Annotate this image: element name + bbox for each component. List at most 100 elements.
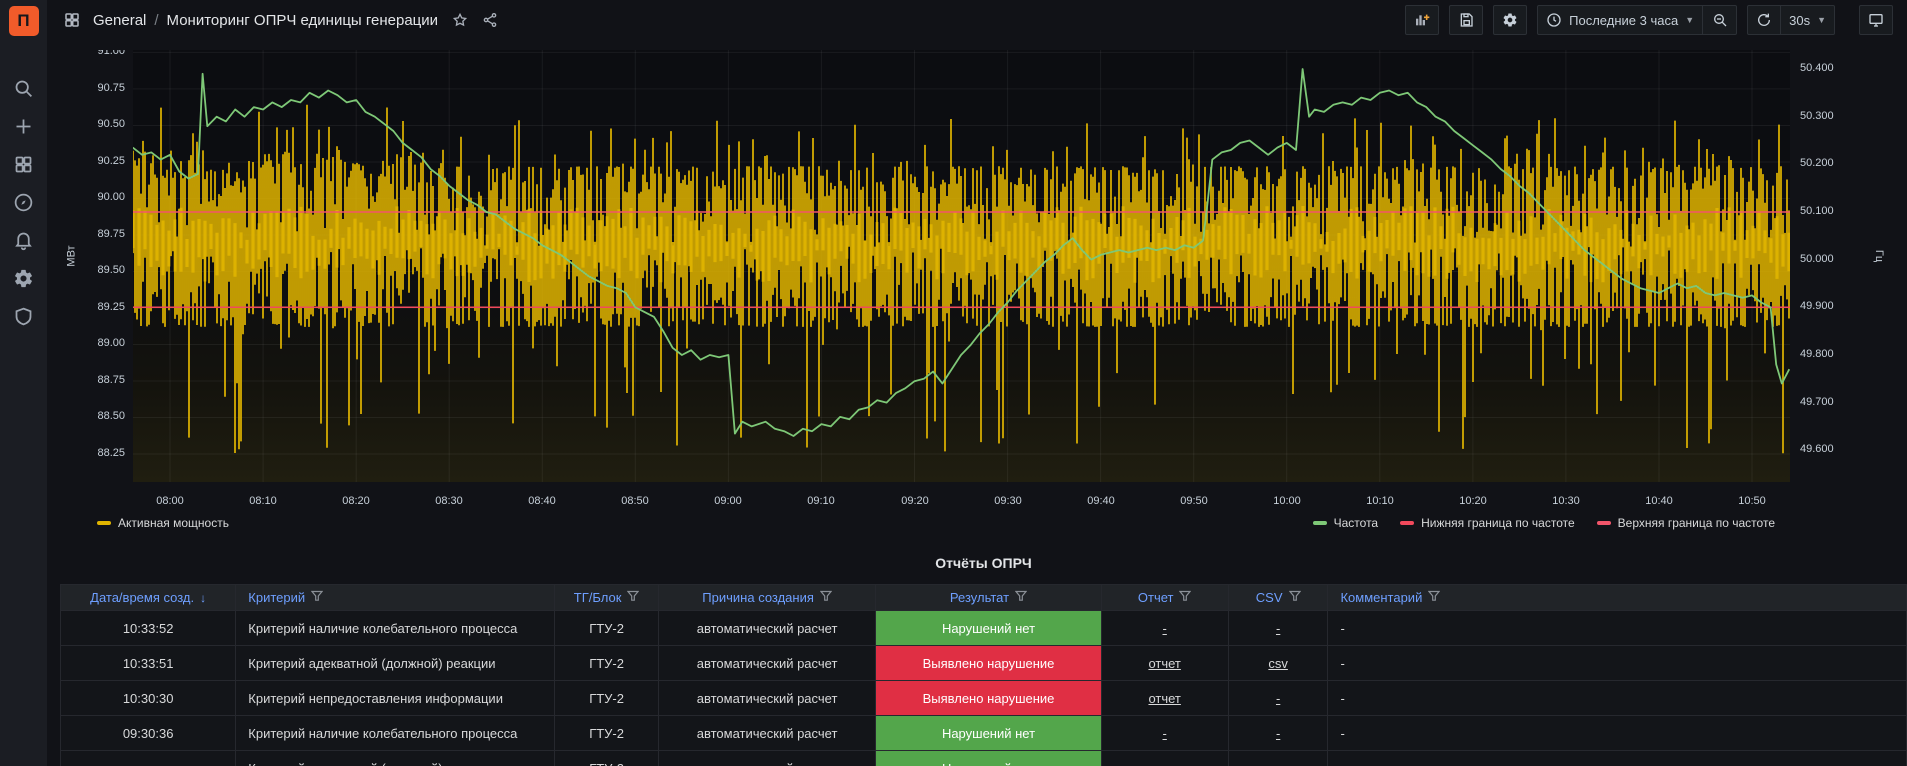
alerting-icon[interactable] bbox=[13, 230, 34, 251]
column-header-comment[interactable]: Комментарий bbox=[1328, 585, 1905, 610]
search-icon[interactable] bbox=[13, 78, 34, 99]
x-axis-tick: 10:30 bbox=[1536, 495, 1596, 507]
y-axis-tick-left: 89.75 bbox=[65, 228, 125, 240]
column-header-label: Комментарий bbox=[1340, 590, 1422, 605]
chevron-down-icon: ▼ bbox=[1685, 15, 1694, 25]
filter-funnel-icon[interactable] bbox=[1015, 590, 1027, 605]
settings-icon[interactable] bbox=[13, 268, 34, 289]
result-badge: Нарушений нет bbox=[876, 611, 1100, 645]
column-header-unit[interactable]: ТГ/Блок bbox=[555, 585, 658, 610]
dashboard-settings-button[interactable] bbox=[1493, 5, 1527, 35]
star-icon[interactable] bbox=[452, 12, 468, 28]
y-axis-tick-left: 89.50 bbox=[65, 264, 125, 276]
report-link[interactable]: отчет bbox=[1148, 691, 1180, 706]
cell-time: 10:33:52 bbox=[61, 611, 236, 645]
column-header-label: Причина создания bbox=[702, 590, 814, 605]
cell-result: Нарушений нет bbox=[876, 611, 1101, 645]
result-badge: Выявлено нарушение bbox=[876, 681, 1100, 715]
filter-funnel-icon[interactable] bbox=[627, 590, 639, 605]
x-axis-tick: 08:30 bbox=[419, 495, 479, 507]
refresh-interval-picker[interactable]: 30s ▼ bbox=[1781, 5, 1835, 35]
column-header-reason[interactable]: Причина создания bbox=[659, 585, 877, 610]
cell-comment: - bbox=[1328, 611, 1905, 645]
breadcrumb-folder[interactable]: General bbox=[93, 12, 146, 29]
page-title[interactable]: Мониторинг ОПРЧ единицы генерации bbox=[167, 12, 438, 29]
admin-shield-icon[interactable] bbox=[13, 306, 34, 327]
cell-report: отчет bbox=[1102, 646, 1229, 680]
x-axis-tick: 09:10 bbox=[791, 495, 851, 507]
column-header-result[interactable]: Результат bbox=[876, 585, 1101, 610]
x-axis-tick: 10:00 bbox=[1257, 495, 1317, 507]
column-header-report[interactable]: Отчет bbox=[1102, 585, 1229, 610]
report-link[interactable]: - bbox=[1163, 726, 1167, 741]
zoom-out-button[interactable] bbox=[1703, 5, 1737, 35]
x-axis-tick: 09:20 bbox=[885, 495, 945, 507]
table-row: 10:33:51Критерий адекватной (должной) ре… bbox=[61, 646, 1906, 681]
filter-funnel-icon[interactable] bbox=[1428, 590, 1440, 605]
refresh-button[interactable] bbox=[1747, 5, 1781, 35]
cell-report: отчет bbox=[1102, 681, 1229, 715]
column-header-label: Отчет bbox=[1138, 590, 1174, 605]
report-link[interactable]: - bbox=[1163, 621, 1167, 636]
x-axis-tick: 08:50 bbox=[605, 495, 665, 507]
legend-item[interactable]: Частота bbox=[1313, 516, 1378, 530]
cell-criterion: Критерий наличие колебательного процесса bbox=[236, 611, 555, 645]
legend-swatch bbox=[1400, 521, 1414, 525]
time-range-picker[interactable]: Последние 3 часа ▼ bbox=[1537, 5, 1703, 35]
y-axis-tick-right: 50.400 bbox=[1800, 62, 1834, 74]
x-axis-tick: 10:20 bbox=[1443, 495, 1503, 507]
add-icon[interactable] bbox=[13, 116, 34, 137]
legend-item[interactable]: Нижняя граница по частоте bbox=[1400, 516, 1575, 530]
x-axis-tick: 08:10 bbox=[233, 495, 293, 507]
csv-link[interactable]: - bbox=[1276, 691, 1280, 706]
column-header-criterion[interactable]: Критерий bbox=[236, 585, 555, 610]
share-icon[interactable] bbox=[482, 12, 498, 28]
column-header-time[interactable]: Дата/время созд.↓ bbox=[61, 585, 236, 610]
y-axis-tick-right: 50.100 bbox=[1800, 205, 1834, 217]
app-logo[interactable]: П bbox=[9, 6, 39, 36]
result-badge: Нарушений нет bbox=[876, 716, 1100, 750]
topbar: General / Мониторинг ОПРЧ единицы генера… bbox=[47, 0, 1907, 40]
cell-csv: - bbox=[1229, 716, 1329, 750]
filter-funnel-icon[interactable] bbox=[1289, 590, 1301, 605]
cell-unit: ГТУ-2 bbox=[555, 681, 658, 715]
y-axis-tick-right: 50.200 bbox=[1800, 157, 1834, 169]
y-axis-tick-left: 88.50 bbox=[65, 410, 125, 422]
x-axis-tick: 10:50 bbox=[1722, 495, 1782, 507]
table-row: 09:30:36Критерий наличие колебательного … bbox=[61, 716, 1906, 751]
cell-criterion: Критерий непредоставления информации bbox=[236, 681, 555, 715]
cell-criterion: Критерий адекватной (должной) реакции bbox=[236, 646, 555, 680]
y-axis-tick-left: 90.00 bbox=[65, 191, 125, 203]
legend-swatch bbox=[1313, 521, 1327, 525]
y-axis-tick-left: 91.00 bbox=[65, 50, 125, 57]
csv-link[interactable]: - bbox=[1276, 726, 1280, 741]
plot-area[interactable] bbox=[133, 50, 1790, 482]
y-axis-tick-right: 49.700 bbox=[1800, 396, 1834, 408]
filter-funnel-icon[interactable] bbox=[820, 590, 832, 605]
timeseries-panel: МВт Гц 91.0090.7590.5090.2590.0089.7589.… bbox=[47, 50, 1907, 542]
cell-time: 09:30:36 bbox=[61, 716, 236, 750]
column-header-label: Дата/время созд. bbox=[90, 590, 194, 605]
cell-report: - bbox=[1102, 611, 1229, 645]
column-header-csv[interactable]: CSV bbox=[1229, 585, 1329, 610]
filter-funnel-icon[interactable] bbox=[311, 590, 323, 605]
explore-icon[interactable] bbox=[13, 192, 34, 213]
kiosk-mode-button[interactable] bbox=[1859, 5, 1893, 35]
cell-result: Выявлено нарушение bbox=[876, 681, 1101, 715]
filter-funnel-icon[interactable] bbox=[1179, 590, 1191, 605]
dashboards-icon[interactable] bbox=[13, 154, 34, 175]
y-axis-tick-left: 90.25 bbox=[65, 155, 125, 167]
legend-item[interactable]: Верхняя граница по частоте bbox=[1597, 516, 1775, 530]
cell-reason: автоматический расчет bbox=[659, 716, 877, 750]
cell-comment bbox=[1328, 751, 1905, 766]
table-row: Критерий адекватной (должной) реакцииГТУ… bbox=[61, 751, 1906, 766]
y-axis-tick-left: 89.00 bbox=[65, 337, 125, 349]
csv-link[interactable]: - bbox=[1276, 621, 1280, 636]
report-link[interactable]: отчет bbox=[1148, 656, 1180, 671]
save-dashboard-button[interactable] bbox=[1449, 5, 1483, 35]
x-axis-tick: 09:00 bbox=[698, 495, 758, 507]
add-panel-button[interactable] bbox=[1405, 5, 1439, 35]
legend-item[interactable]: Активная мощность bbox=[97, 516, 229, 530]
table-row: 10:33:52Критерий наличие колебательного … bbox=[61, 611, 1906, 646]
csv-link[interactable]: csv bbox=[1268, 656, 1288, 671]
